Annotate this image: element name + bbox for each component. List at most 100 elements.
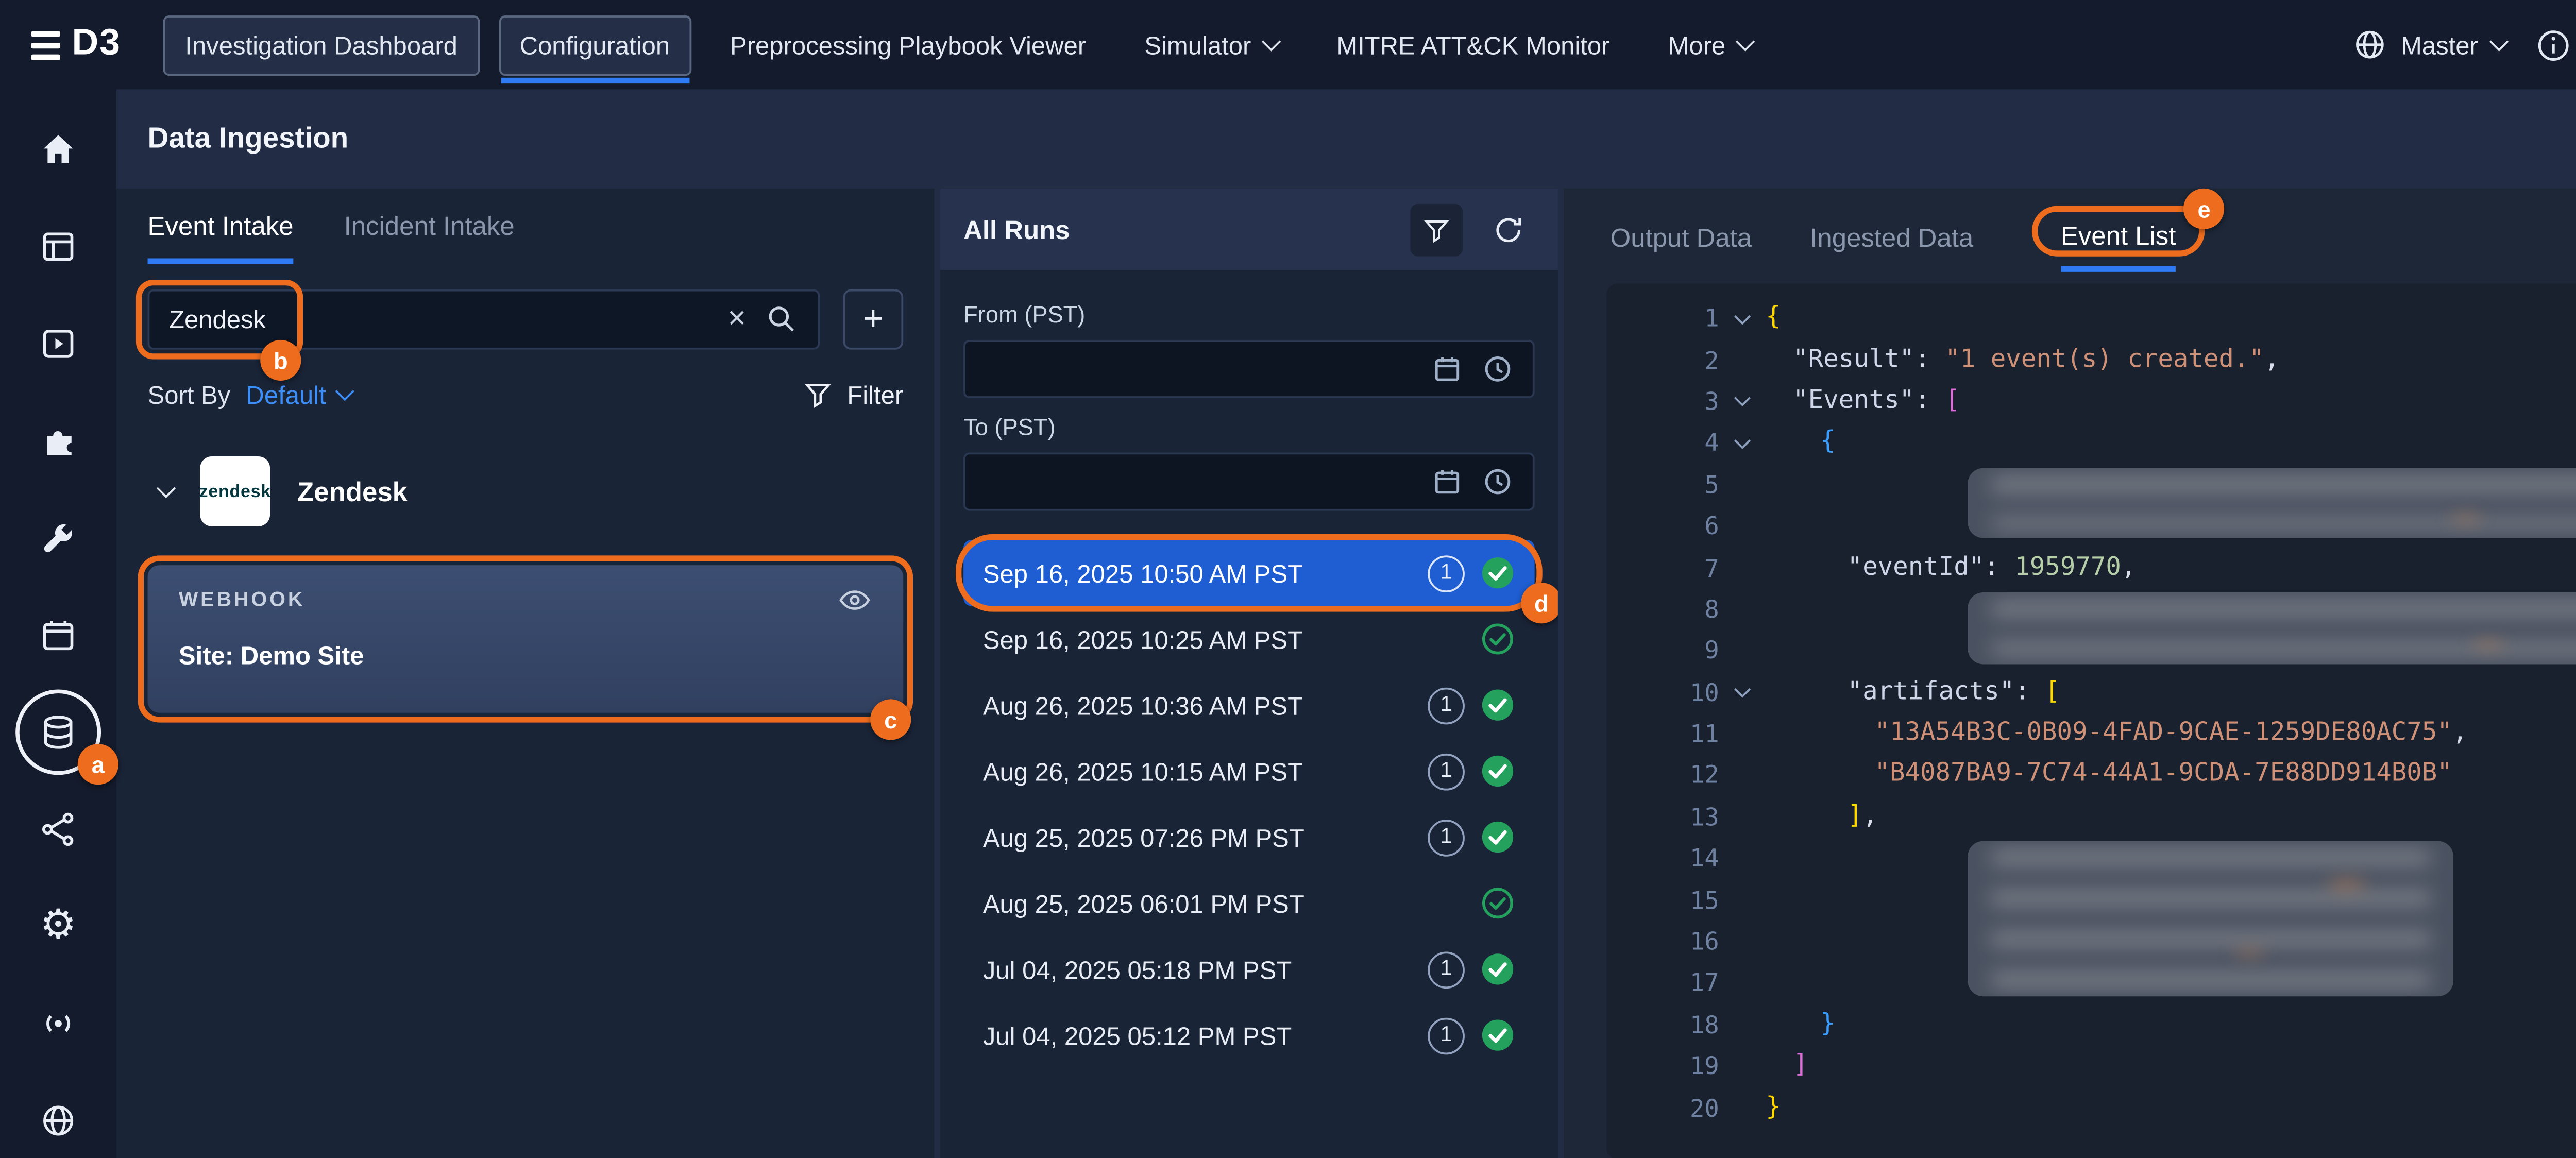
run-date: Aug 26, 2025 10:36 AM PST <box>983 690 1303 720</box>
sidebar-item-data-ingestion[interactable]: a <box>13 691 103 771</box>
annotation-d: d <box>1521 583 1558 623</box>
sidebar-item-boards[interactable] <box>13 206 103 286</box>
fold-chevron-icon[interactable] <box>1719 397 1766 405</box>
chevron-down-icon <box>335 381 354 400</box>
tab-event-list[interactable]: Event List <box>2061 222 2176 272</box>
line-number: 20 <box>1606 1093 1719 1122</box>
search-value: Zendesk <box>169 305 708 334</box>
annotation-highlight-c <box>138 555 913 722</box>
eye-icon[interactable] <box>837 587 872 614</box>
funnel-icon <box>1422 215 1451 244</box>
fold-chevron-icon[interactable] <box>1719 688 1766 695</box>
chevron-down-icon[interactable] <box>157 478 176 497</box>
sidebar-item-settings[interactable]: ⚙ <box>13 885 103 965</box>
region-label: Master <box>2401 30 2478 59</box>
sidebar-item-live-feed[interactable] <box>13 983 103 1063</box>
fold-chevron-icon[interactable] <box>1719 314 1766 322</box>
event-count-badge: 1 <box>1428 1017 1465 1054</box>
line-number: 8 <box>1606 594 1719 623</box>
d3-logo-icon <box>31 30 60 59</box>
sort-by-dropdown[interactable]: Default <box>246 380 351 409</box>
calendar-icon <box>39 615 77 653</box>
code-line: 1{ <box>1606 297 2576 339</box>
run-row[interactable]: Aug 26, 2025 10:36 AM PST 1 <box>963 672 1535 738</box>
run-row[interactable]: Aug 25, 2025 06:01 PM PST <box>963 870 1535 936</box>
clear-search-icon[interactable]: × <box>728 304 746 335</box>
output-tabs: Output Data Ingested Data Event List e <box>1564 189 2576 268</box>
sidebar-item-home[interactable] <box>13 109 103 189</box>
filter-button[interactable]: Filter <box>803 379 904 410</box>
code-line: 20} <box>1606 1086 2576 1128</box>
integration-group-name: Zendesk <box>297 476 408 507</box>
integration-group-row[interactable]: zendesk Zendesk <box>148 456 904 526</box>
runs-panel-title: All Runs <box>963 215 1391 244</box>
success-check-icon <box>1480 622 1515 657</box>
search-input[interactable]: Zendesk × <box>148 290 820 350</box>
sidebar-item-playbooks[interactable] <box>13 303 103 383</box>
sidebar-item-utilities[interactable] <box>13 497 103 577</box>
event-count-badge: 1 <box>1428 554 1465 591</box>
code-line: 5 <box>1606 463 2576 505</box>
code-line: 8 <box>1606 588 2576 629</box>
nav-configuration[interactable]: Configuration <box>498 14 691 75</box>
code-line: 14 <box>1606 837 2576 879</box>
sidebar-item-schedule[interactable] <box>13 594 103 674</box>
search-icon[interactable] <box>766 303 799 336</box>
to-date-input[interactable] <box>963 453 1535 511</box>
code-line: 19] <box>1606 1045 2576 1087</box>
run-row[interactable]: Sep 16, 2025 10:25 AM PST <box>963 606 1535 672</box>
info-button[interactable] <box>2534 26 2571 63</box>
clock-icon[interactable] <box>1482 466 1513 497</box>
nav-simulator[interactable]: Simulator <box>1125 16 1298 73</box>
add-source-button[interactable]: + <box>843 290 903 350</box>
nav-investigation-dashboard[interactable]: Investigation Dashboard <box>164 14 479 75</box>
line-number: 7 <box>1606 553 1719 582</box>
card-type-label: WEBHOOK <box>179 588 837 611</box>
tab-ingested-data[interactable]: Ingested Data <box>1810 224 1973 268</box>
run-row[interactable]: Aug 26, 2025 10:15 AM PST 1 <box>963 738 1535 804</box>
globe-icon <box>39 1100 77 1139</box>
line-number: 15 <box>1606 885 1719 914</box>
annotation-e: e <box>2183 189 2224 229</box>
tab-incident-intake[interactable]: Incident Intake <box>344 212 515 264</box>
tab-event-intake[interactable]: Event Intake <box>148 212 294 264</box>
d3-logo[interactable]: D3 <box>31 23 121 66</box>
puzzle-icon <box>38 419 79 460</box>
tab-output-data[interactable]: Output Data <box>1611 224 1752 268</box>
annotation-highlight-e: Event List e <box>2031 206 2205 257</box>
code-line: 18} <box>1606 1003 2576 1045</box>
fold-chevron-icon[interactable] <box>1719 439 1766 447</box>
run-row[interactable]: Jul 04, 2025 05:18 PM PST 1 <box>963 936 1535 1002</box>
line-number: 3 <box>1606 386 1719 416</box>
code-lines: 1{2"Result": "1 event(s) created.",3"Eve… <box>1606 297 2576 1128</box>
calendar-icon[interactable] <box>1432 353 1463 384</box>
run-row-selected[interactable]: Sep 16, 2025 10:50 AM PST 1 d <box>963 540 1535 606</box>
sort-by-value: Default <box>246 380 326 409</box>
runs-filter-button[interactable] <box>1410 203 1463 256</box>
from-date-input[interactable] <box>963 340 1535 398</box>
d3-logo-text: D3 <box>72 23 121 66</box>
nav-more-label: More <box>1668 30 1726 59</box>
event-count-badge: 1 <box>1428 753 1465 790</box>
sidebar-item-connections[interactable] <box>13 789 103 868</box>
calendar-icon[interactable] <box>1432 466 1463 497</box>
event-count-badge: 1 <box>1428 819 1465 856</box>
sidebar-item-integrations[interactable] <box>13 400 103 480</box>
success-check-icon <box>1480 820 1515 855</box>
code-line: 7"eventId": 1959770, <box>1606 547 2576 588</box>
clock-icon[interactable] <box>1482 353 1513 384</box>
run-date: Aug 26, 2025 10:15 AM PST <box>983 757 1303 786</box>
webhook-card[interactable]: WEBHOOK Site: Demo Site c <box>148 565 904 713</box>
sidebar-item-global[interactable] <box>13 1080 103 1158</box>
gear-icon: ⚙ <box>40 905 77 946</box>
region-selector[interactable]: Master <box>2352 27 2505 62</box>
nav-more[interactable]: More <box>1649 16 1772 73</box>
event-intake-panel: Event Intake Incident Intake Zendesk × + <box>116 189 934 1158</box>
line-number: 11 <box>1606 719 1719 748</box>
run-row[interactable]: Aug 25, 2025 07:26 PM PST 1 <box>963 804 1535 870</box>
run-row[interactable]: Jul 04, 2025 05:12 PM PST 1 <box>963 1002 1535 1068</box>
nav-mitre-attack-monitor[interactable]: MITRE ATT&CK Monitor <box>1317 16 1630 73</box>
intake-tabs: Event Intake Incident Intake <box>148 212 904 264</box>
nav-preprocessing-playbook-viewer[interactable]: Preprocessing Playbook Viewer <box>710 16 1106 73</box>
runs-refresh-button[interactable] <box>1482 203 1535 256</box>
